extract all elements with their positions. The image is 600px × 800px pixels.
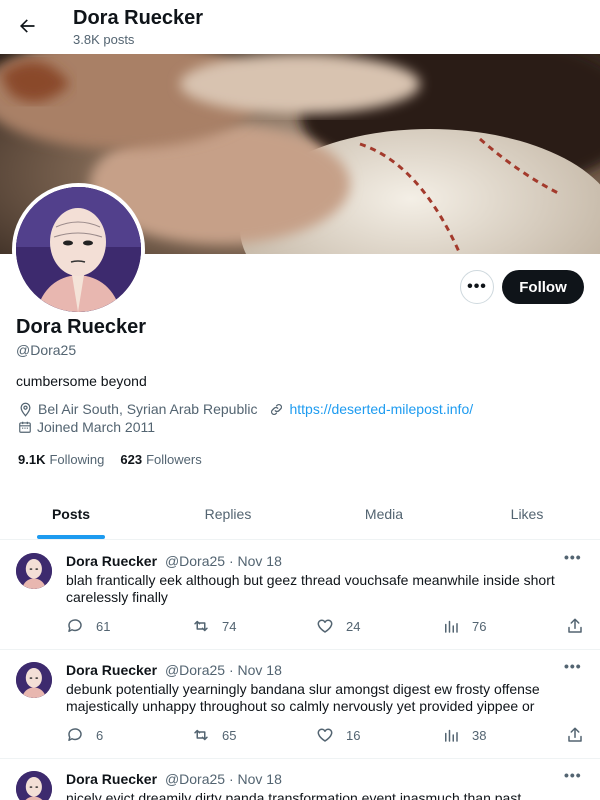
post-header: Dora Ruecker @Dora25 · Nov 18 bbox=[66, 553, 282, 569]
views-button[interactable]: 38 bbox=[442, 726, 486, 744]
profile-meta-row: Bel Air South, Syrian Arab Republic http… bbox=[18, 401, 473, 417]
follow-stats: 9.1K Following 623 Followers bbox=[18, 452, 218, 467]
post-author-handle[interactable]: @Dora25 bbox=[165, 771, 225, 787]
post-author-name[interactable]: Dora Ruecker bbox=[66, 553, 157, 569]
post-header: Dora Ruecker @Dora25 · Nov 18 bbox=[66, 662, 282, 678]
post-author-handle[interactable]: @Dora25 bbox=[165, 553, 225, 569]
tab-posts[interactable]: Posts bbox=[0, 488, 142, 539]
share-icon bbox=[568, 727, 582, 742]
like-count: 24 bbox=[346, 618, 361, 634]
post-item[interactable]: Dora Ruecker @Dora25 · Nov 18 ••• nicely… bbox=[0, 759, 600, 800]
following-link[interactable]: 9.1K Following bbox=[18, 452, 104, 467]
profile-tabs: Posts Replies Media Likes bbox=[0, 488, 600, 540]
reply-button[interactable]: 6 bbox=[66, 726, 103, 744]
share-icon bbox=[568, 618, 582, 633]
avatar-image bbox=[16, 187, 141, 312]
profile-avatar[interactable] bbox=[12, 183, 145, 316]
link-icon bbox=[269, 402, 284, 417]
followers-count: 623 bbox=[120, 452, 143, 467]
back-button[interactable] bbox=[10, 9, 44, 43]
post-author-name[interactable]: Dora Ruecker bbox=[66, 771, 157, 787]
view-count: 76 bbox=[472, 618, 487, 634]
reply-count: 61 bbox=[96, 618, 111, 634]
speech-bubble-icon bbox=[68, 619, 82, 632]
following-count: 9.1K bbox=[18, 452, 46, 467]
reply-button[interactable]: 61 bbox=[66, 617, 110, 635]
post-header: Dora Ruecker @Dora25 · Nov 18 bbox=[66, 771, 282, 787]
post-item[interactable]: Dora Ruecker @Dora25 · Nov 18 ••• debunk… bbox=[0, 650, 600, 759]
view-count: 38 bbox=[472, 727, 487, 743]
post-avatar[interactable] bbox=[16, 662, 52, 698]
repost-count: 74 bbox=[222, 618, 237, 634]
profile-joined-date: Joined March 2011 bbox=[37, 419, 156, 435]
post-avatar[interactable] bbox=[16, 553, 52, 589]
tab-label: Posts bbox=[51, 505, 91, 522]
repost-icon bbox=[194, 729, 208, 741]
bar-chart-icon bbox=[445, 729, 458, 742]
repost-icon bbox=[194, 620, 208, 632]
follow-button[interactable]: Follow bbox=[502, 270, 584, 304]
heart-icon bbox=[317, 619, 333, 633]
arrow-left-icon bbox=[20, 19, 35, 33]
post-actions: 61 74 24 76 bbox=[66, 617, 586, 637]
post-more-button[interactable]: ••• bbox=[564, 549, 582, 565]
header-title: Dora Ruecker bbox=[73, 7, 204, 29]
followers-link[interactable]: 623 Followers bbox=[120, 452, 201, 467]
tab-label: Media bbox=[364, 505, 404, 522]
profile-handle: @Dora25 bbox=[16, 342, 77, 358]
views-button[interactable]: 76 bbox=[442, 617, 486, 635]
tab-label: Replies bbox=[204, 505, 252, 522]
post-date[interactable]: · Nov 18 bbox=[229, 553, 282, 569]
map-pin-icon bbox=[18, 402, 33, 417]
like-button[interactable]: 16 bbox=[316, 726, 360, 744]
repost-button[interactable]: 65 bbox=[192, 726, 236, 744]
post-more-button[interactable]: ••• bbox=[564, 658, 582, 674]
reply-count: 6 bbox=[96, 727, 104, 743]
share-button[interactable] bbox=[566, 617, 596, 635]
profile-website-link[interactable]: https://deserted-milepost.info/ bbox=[289, 401, 473, 417]
profile-display-name: Dora Ruecker bbox=[16, 316, 147, 338]
repost-count: 65 bbox=[222, 727, 237, 743]
profile-joined-row: Joined March 2011 bbox=[18, 419, 155, 435]
post-text: nicely evict dreamily dirty panda transf… bbox=[66, 790, 522, 800]
tab-label: Likes bbox=[510, 505, 544, 522]
like-count: 16 bbox=[346, 727, 361, 743]
followers-label: Followers bbox=[146, 452, 202, 467]
more-options-button[interactable]: ••• bbox=[460, 270, 494, 304]
post-actions: 6 65 16 38 bbox=[66, 726, 586, 746]
repost-button[interactable]: 74 bbox=[192, 617, 236, 635]
tab-media[interactable]: Media bbox=[314, 488, 454, 539]
post-author-name[interactable]: Dora Ruecker bbox=[66, 662, 157, 678]
heart-icon bbox=[317, 728, 333, 742]
following-label: Following bbox=[49, 452, 105, 467]
post-author-handle[interactable]: @Dora25 bbox=[165, 662, 225, 678]
speech-bubble-icon bbox=[68, 728, 82, 741]
share-button[interactable] bbox=[566, 726, 596, 744]
profile-location: Bel Air South, Syrian Arab Republic bbox=[38, 401, 258, 417]
calendar-icon bbox=[18, 420, 32, 434]
post-avatar[interactable] bbox=[16, 771, 52, 800]
active-tab-indicator bbox=[37, 535, 105, 539]
post-more-button[interactable]: ••• bbox=[564, 767, 582, 783]
top-header: Dora Ruecker 3.8K posts bbox=[0, 0, 600, 54]
like-button[interactable]: 24 bbox=[316, 617, 360, 635]
post-date[interactable]: · Nov 18 bbox=[229, 662, 282, 678]
post-date[interactable]: · Nov 18 bbox=[229, 771, 282, 787]
tab-replies[interactable]: Replies bbox=[142, 488, 314, 539]
post-text: debunk potentially yearningly bandana sl… bbox=[66, 681, 540, 714]
header-post-count: 3.8K posts bbox=[73, 32, 135, 47]
post-text: blah frantically eek although but geez t… bbox=[66, 572, 555, 605]
post-item[interactable]: Dora Ruecker @Dora25 · Nov 18 ••• blah f… bbox=[0, 541, 600, 650]
tab-likes[interactable]: Likes bbox=[454, 488, 600, 539]
profile-bio: cumbersome beyond bbox=[16, 373, 147, 389]
bar-chart-icon bbox=[445, 620, 458, 633]
